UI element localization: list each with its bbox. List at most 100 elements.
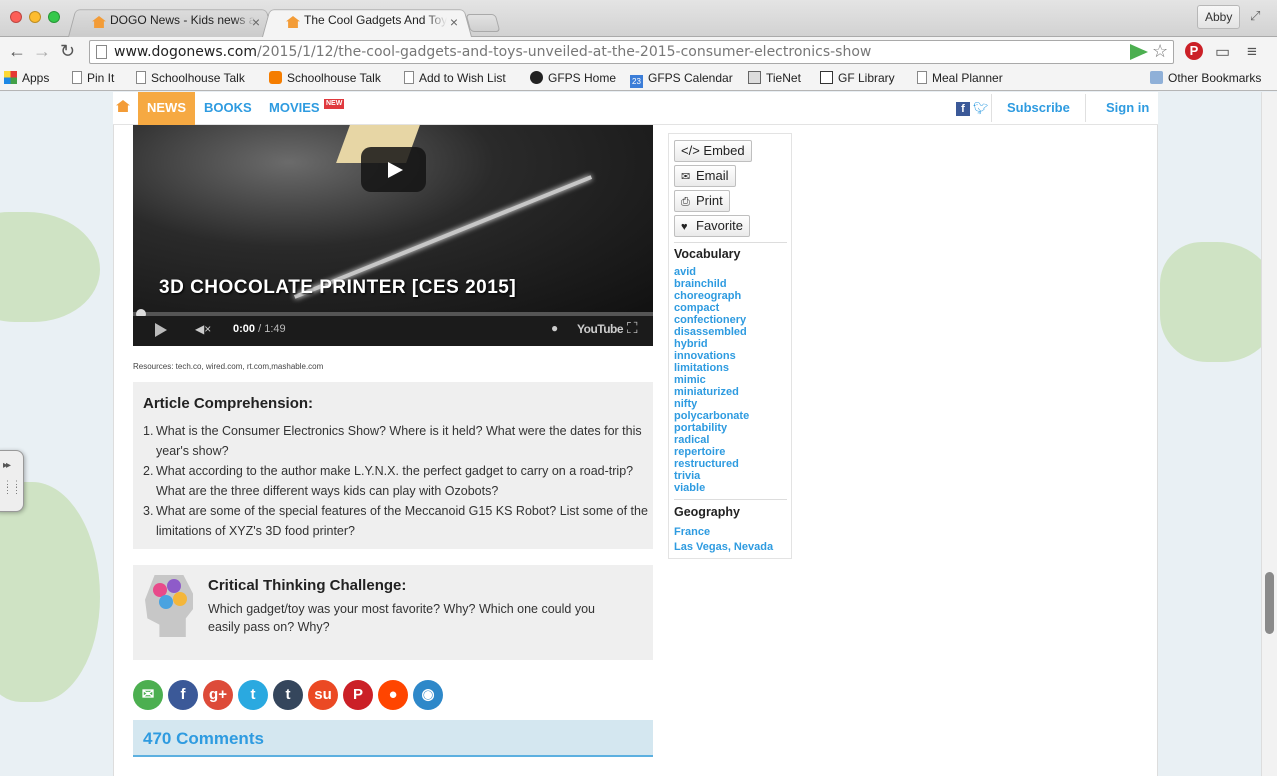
vocab-link[interactable]: viable bbox=[674, 482, 749, 494]
bookmark-gf-library[interactable]: GF Library bbox=[820, 71, 895, 85]
favorite-button[interactable]: ♥ Favorite bbox=[674, 215, 750, 237]
subscribe-link[interactable]: Subscribe bbox=[1007, 92, 1070, 125]
close-tab-icon[interactable]: × bbox=[252, 14, 260, 30]
vocab-link[interactable]: restructured bbox=[674, 458, 749, 470]
vocabulary-list: avid brainchild choreograph compact confecti… bbox=[674, 266, 749, 494]
video-player[interactable]: 3D CHOCOLATE PRINTER [CES 2015] ◀× 0:00 … bbox=[133, 125, 653, 346]
minimize-window-button[interactable] bbox=[29, 11, 41, 23]
play-icon[interactable] bbox=[155, 323, 167, 337]
bookmark-apps[interactable]: Apps bbox=[4, 71, 49, 85]
nav-books[interactable]: BOOKS bbox=[204, 92, 252, 125]
vocab-link[interactable]: limitations bbox=[674, 362, 749, 374]
page-icon bbox=[404, 71, 414, 84]
comments-count[interactable]: 470 Comments bbox=[143, 729, 264, 749]
expand-arrows-icon[interactable]: ▸▸ bbox=[3, 460, 11, 471]
home-icon[interactable] bbox=[116, 100, 130, 112]
floating-side-tab[interactable]: ▸▸ ⋮⋮ ⋮⋮ bbox=[0, 450, 24, 512]
vocab-link[interactable]: hybrid bbox=[674, 338, 749, 350]
cast-icon[interactable]: ▭ bbox=[1215, 42, 1230, 62]
critical-thinking-title: Critical Thinking Challenge: bbox=[208, 577, 407, 594]
bookmark-schoolhouse-talk-1[interactable]: Schoolhouse Talk bbox=[136, 71, 245, 85]
vocab-link[interactable]: innovations bbox=[674, 350, 749, 362]
extension-icon[interactable] bbox=[1130, 44, 1148, 60]
nav-movies[interactable]: MOVIES bbox=[269, 92, 320, 125]
vocab-link[interactable]: choreograph bbox=[674, 290, 749, 302]
vocab-link[interactable]: mimic bbox=[674, 374, 749, 386]
facebook-share-icon[interactable]: f bbox=[168, 680, 198, 710]
page-icon bbox=[136, 71, 146, 84]
twitter-share-icon[interactable]: t bbox=[238, 680, 268, 710]
sign-in-link[interactable]: Sign in bbox=[1106, 92, 1149, 125]
bookmark-gfps-home[interactable]: GFPS Home bbox=[530, 71, 616, 85]
geography-list: France Las Vegas, Nevada bbox=[674, 525, 773, 555]
menu-icon[interactable]: ≡ bbox=[1247, 42, 1257, 62]
bookmark-schoolhouse-talk-2[interactable]: Schoolhouse Talk bbox=[269, 71, 381, 85]
bookmark-gfps-calendar[interactable]: 23 GFPS Calendar bbox=[630, 71, 733, 88]
article-comprehension: Article Comprehension: 1. What is the Con… bbox=[133, 382, 653, 549]
sidebar-divider bbox=[674, 242, 787, 243]
embed-button[interactable]: </> Embed bbox=[674, 140, 752, 162]
fullscreen-icon[interactable]: ⛶ bbox=[627, 320, 638, 337]
more-share-icon[interactable]: ◉ bbox=[413, 680, 443, 710]
pinterest-extension-icon[interactable]: P bbox=[1185, 42, 1203, 60]
zoom-window-button[interactable] bbox=[48, 11, 60, 23]
profile-button[interactable]: Abby bbox=[1197, 5, 1241, 29]
youtube-logo[interactable]: YouTube bbox=[577, 322, 624, 336]
url-text[interactable]: www.dogonews.com/2015/1/12/the-cool-gadg… bbox=[114, 44, 871, 60]
forward-arrow-icon[interactable]: → bbox=[33, 41, 51, 61]
vocab-link[interactable]: radical bbox=[674, 434, 749, 446]
tumblr-share-icon[interactable]: t bbox=[273, 680, 303, 710]
sidebar-divider bbox=[674, 499, 787, 500]
new-tab-button[interactable] bbox=[465, 14, 501, 32]
bookmark-tienet[interactable]: TieNet bbox=[748, 71, 801, 85]
printer-icon: ⎙ bbox=[681, 196, 690, 208]
bookmark-pin-it[interactable]: Pin It bbox=[72, 71, 114, 85]
play-button[interactable] bbox=[361, 147, 426, 192]
vocab-link[interactable]: repertoire bbox=[674, 446, 749, 458]
video-title[interactable]: 3D CHOCOLATE PRINTER [CES 2015] bbox=[159, 277, 516, 299]
tab-title: The Cool Gadgets And Toy bbox=[304, 13, 448, 27]
google-plus-share-icon[interactable]: g+ bbox=[203, 680, 233, 710]
other-bookmarks-folder[interactable]: Other Bookmarks bbox=[1150, 71, 1261, 85]
grip-dots-icon: ⋮⋮ ⋮⋮ bbox=[3, 479, 21, 495]
bookmark-add-to-wish-list[interactable]: Add to Wish List bbox=[404, 71, 506, 85]
vocab-link[interactable]: trivia bbox=[674, 470, 749, 482]
vocab-link[interactable]: disassembled bbox=[674, 326, 749, 338]
bookmark-star-icon[interactable]: ☆ bbox=[1152, 41, 1168, 62]
vocab-link[interactable]: confectionery bbox=[674, 314, 749, 326]
fullscreen-icon[interactable]: ⤢ bbox=[1250, 8, 1260, 24]
email-button[interactable]: ✉ Email bbox=[674, 165, 736, 187]
vocab-link[interactable]: nifty bbox=[674, 398, 749, 410]
back-arrow-icon[interactable]: ← bbox=[8, 41, 26, 61]
page-icon bbox=[917, 71, 927, 84]
mute-icon[interactable]: ◀× bbox=[195, 322, 211, 336]
vocab-link[interactable]: miniaturized bbox=[674, 386, 749, 398]
vocab-link[interactable]: avid bbox=[674, 266, 749, 278]
page-scrollbar[interactable] bbox=[1261, 92, 1277, 776]
scrollbar-thumb[interactable] bbox=[1265, 572, 1274, 634]
comments-header[interactable]: 470 Comments bbox=[133, 720, 653, 757]
stumbleupon-share-icon[interactable]: su bbox=[308, 680, 338, 710]
heart-icon: ♥ bbox=[681, 221, 688, 233]
close-window-button[interactable] bbox=[10, 11, 22, 23]
settings-icon[interactable]: ● bbox=[551, 321, 558, 335]
vocab-link[interactable]: brainchild bbox=[674, 278, 749, 290]
geography-link[interactable]: Las Vegas, Nevada bbox=[674, 540, 773, 555]
facebook-icon[interactable]: f bbox=[956, 102, 970, 116]
reload-icon[interactable]: ↻ bbox=[60, 41, 75, 61]
address-bar[interactable]: www.dogonews.com/2015/1/12/the-cool-gadg… bbox=[89, 40, 1174, 64]
email-share-icon[interactable]: ✉ bbox=[133, 680, 163, 710]
vocab-link[interactable]: portability bbox=[674, 422, 749, 434]
vocab-link[interactable]: compact bbox=[674, 302, 749, 314]
close-tab-icon[interactable]: × bbox=[450, 14, 458, 30]
twitter-icon[interactable]: 🐦︎ bbox=[973, 101, 988, 115]
tab-cool-gadgets[interactable]: The Cool Gadgets And Toy × bbox=[262, 7, 472, 37]
reddit-share-icon[interactable]: ● bbox=[378, 680, 408, 710]
geography-link[interactable]: France bbox=[674, 525, 773, 540]
print-button[interactable]: ⎙ Print bbox=[674, 190, 730, 212]
tab-dogo-news[interactable]: DOGO News - Kids news a × bbox=[68, 7, 274, 37]
pinterest-share-icon[interactable]: P bbox=[343, 680, 373, 710]
vocab-link[interactable]: polycarbonate bbox=[674, 410, 749, 422]
bookmark-meal-planner[interactable]: Meal Planner bbox=[917, 71, 1003, 85]
nav-news[interactable]: NEWS bbox=[138, 92, 195, 125]
